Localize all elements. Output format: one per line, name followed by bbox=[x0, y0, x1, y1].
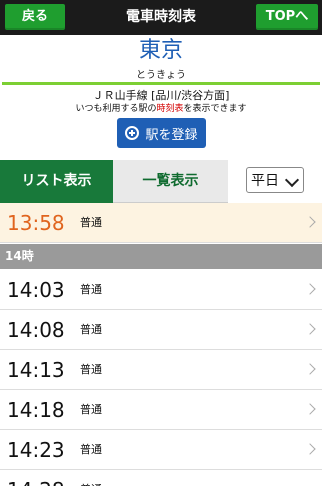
departure-time: 13:58 bbox=[7, 211, 65, 235]
day-type-select[interactable]: 平日 bbox=[246, 167, 304, 193]
chevron-right-icon bbox=[304, 403, 316, 415]
train-type: 普通 bbox=[80, 470, 102, 486]
chevron-down-icon bbox=[284, 172, 300, 188]
timetable-row[interactable]: 14:18 普通 bbox=[0, 390, 322, 430]
top-button[interactable]: TOPへ bbox=[256, 4, 318, 30]
chevron-right-icon bbox=[304, 216, 316, 228]
chevron-right-icon bbox=[304, 323, 316, 335]
chevron-right-icon bbox=[304, 443, 316, 455]
plus-circle-icon bbox=[125, 126, 140, 140]
note-highlight: 時刻表 bbox=[156, 104, 184, 114]
train-type: 普通 bbox=[80, 443, 102, 456]
departure-time: 14:28 bbox=[7, 470, 65, 486]
header-bar: 戻る 電車時刻表 TOPへ bbox=[0, 0, 322, 35]
register-station-button[interactable]: 駅を登録 bbox=[117, 118, 206, 148]
departure-time: 14:08 bbox=[7, 318, 65, 342]
hour-header: 14時 bbox=[0, 244, 322, 269]
chevron-right-icon bbox=[304, 363, 316, 375]
departure-time: 14:03 bbox=[7, 278, 65, 302]
register-station-label: 駅を登録 bbox=[145, 127, 198, 143]
timetable-row[interactable]: 14:13 普通 bbox=[0, 350, 322, 390]
train-type: 普通 bbox=[80, 323, 102, 336]
departure-time: 14:23 bbox=[7, 438, 65, 462]
line-color-bar bbox=[2, 82, 320, 85]
register-note: いつも利用する駅の時刻表を表示できます bbox=[0, 101, 322, 114]
train-type: 普通 bbox=[80, 283, 102, 296]
note-text-before: いつも利用する駅の bbox=[75, 104, 157, 114]
day-type-value: 平日 bbox=[251, 173, 279, 189]
train-type: 普通 bbox=[80, 403, 102, 416]
line-name: ＪＲ山手線 [品川/渋谷方面] bbox=[92, 89, 230, 102]
timetable-row[interactable]: 14:23 普通 bbox=[0, 430, 322, 470]
train-type: 普通 bbox=[80, 363, 102, 376]
station-name: 東京 bbox=[138, 38, 183, 63]
timetable-row[interactable]: 14:28 普通 bbox=[0, 470, 322, 486]
departure-time: 14:18 bbox=[7, 398, 65, 422]
departure-time: 14:13 bbox=[7, 358, 65, 382]
tab-all-view[interactable]: 一覧表示 bbox=[113, 160, 228, 203]
train-type: 普通 bbox=[80, 216, 102, 229]
timetable-row-current[interactable]: 13:58 普通 bbox=[0, 203, 322, 243]
station-kana: とうきょう bbox=[136, 70, 186, 81]
timetable-row[interactable]: 14:03 普通 bbox=[0, 270, 322, 310]
chevron-right-icon bbox=[304, 283, 316, 295]
tab-list-view[interactable]: リスト表示 bbox=[0, 160, 113, 203]
note-text-after: を表示できます bbox=[183, 104, 247, 114]
timetable-row[interactable]: 14:08 普通 bbox=[0, 310, 322, 350]
